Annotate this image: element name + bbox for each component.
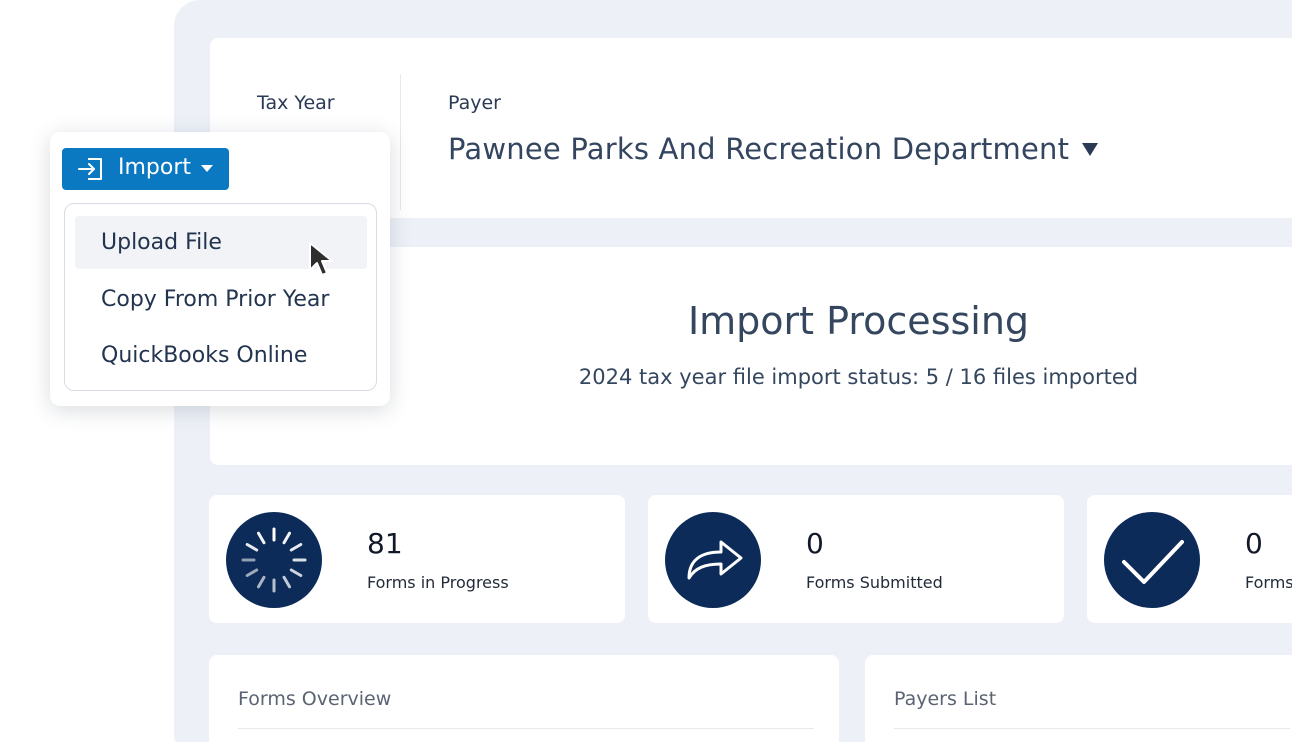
payers-list-card: Payers List — [865, 655, 1292, 742]
stat-card-forms-submitted[interactable]: 0 Forms Submitted — [648, 495, 1064, 623]
menu-item-copy-from-prior-year[interactable]: Copy From Prior Year — [75, 273, 367, 326]
chevron-down-icon — [201, 165, 213, 172]
tax-year-label: Tax Year — [257, 92, 335, 114]
stat-value: 81 — [367, 527, 403, 560]
loading-spinner-icon — [226, 512, 322, 608]
import-icon — [78, 158, 102, 180]
menu-item-quickbooks-online[interactable]: QuickBooks Online — [75, 329, 367, 382]
forms-overview-card: Forms Overview — [209, 655, 839, 742]
checkmark-icon — [1104, 512, 1200, 608]
stat-label: Forms in Progress — [367, 573, 509, 592]
header-divider — [400, 74, 401, 210]
stat-label: Forms Submitted — [806, 573, 943, 592]
mouse-cursor-icon — [309, 242, 333, 276]
divider — [894, 728, 1290, 729]
stat-label: Forms — [1245, 573, 1292, 592]
share-arrow-icon — [665, 512, 761, 608]
import-button-label: Import — [118, 155, 192, 180]
payers-list-title: Payers List — [894, 688, 997, 710]
import-menu: Upload File Copy From Prior Year QuickBo… — [64, 203, 377, 391]
payer-label: Payer — [448, 92, 501, 114]
stat-value: 0 — [1245, 527, 1263, 560]
stat-card-forms[interactable]: 0 Forms — [1087, 495, 1292, 623]
divider — [238, 728, 814, 729]
forms-overview-title: Forms Overview — [238, 688, 392, 710]
stat-value: 0 — [806, 527, 824, 560]
chevron-down-icon[interactable] — [1082, 143, 1098, 156]
payer-select[interactable]: Pawnee Parks And Recreation Department — [448, 132, 1069, 166]
stat-card-forms-in-progress[interactable]: 81 Forms in Progress — [209, 495, 625, 623]
import-button[interactable]: Import — [62, 148, 229, 190]
